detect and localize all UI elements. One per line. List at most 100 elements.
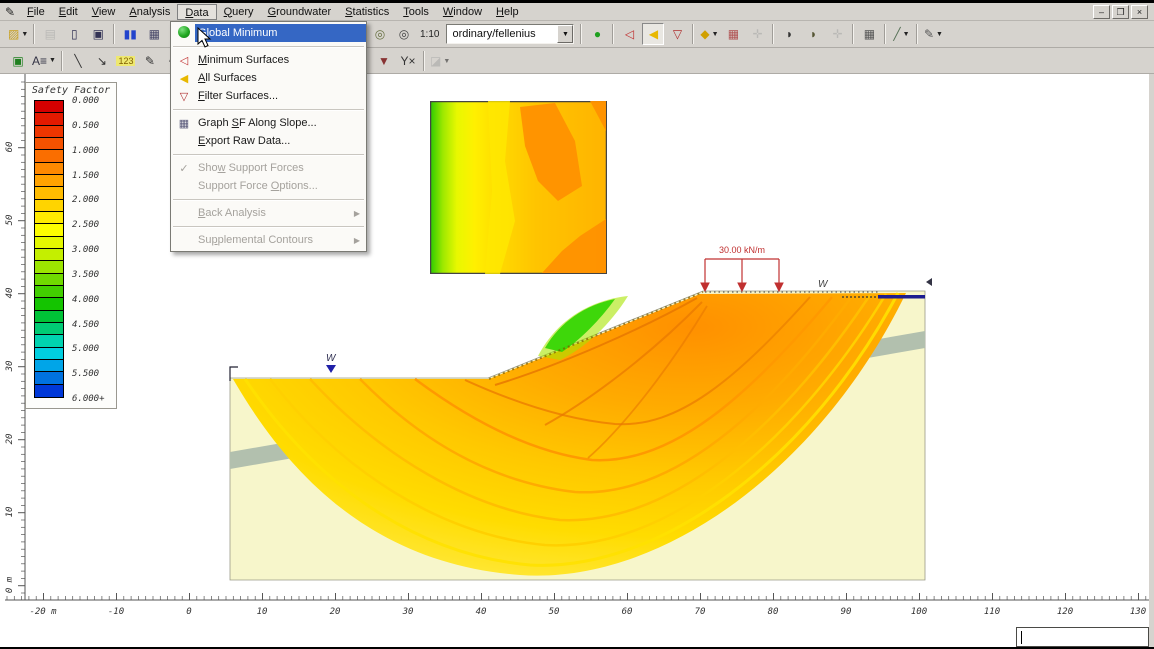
close-button[interactable]: × bbox=[1131, 5, 1148, 19]
chevron-down-icon[interactable]: ▼ bbox=[557, 25, 573, 43]
chevron-down-icon[interactable]: ▼ bbox=[21, 31, 28, 38]
line-tool-button[interactable]: ╲ bbox=[67, 50, 89, 72]
sort-button[interactable]: ▼ bbox=[373, 50, 395, 72]
menu-item-graph-sf-along-slope[interactable]: ▦Graph SF Along Slope... bbox=[171, 114, 366, 132]
minimum-surfaces-icon: ◁ bbox=[625, 27, 634, 41]
menubar: ✎ FileEditViewAnalysisDataQueryGroundwat… bbox=[0, 3, 1154, 21]
chevron-down-icon[interactable]: ▼ bbox=[712, 31, 719, 38]
water-label-left: W bbox=[326, 353, 337, 364]
menubar-item-window[interactable]: Window bbox=[436, 4, 489, 20]
minimize-button[interactable]: – bbox=[1093, 5, 1110, 19]
arrow-tool-button[interactable]: ↘ bbox=[91, 50, 113, 72]
print-preview-button[interactable]: ▯ bbox=[63, 23, 85, 45]
dimension-button[interactable]: 123 bbox=[115, 50, 137, 72]
menu-item-filter-surfaces[interactable]: ▽Filter Surfaces... bbox=[171, 87, 366, 105]
copy-button[interactable]: ▦ bbox=[143, 23, 165, 45]
axes-button[interactable]: Y× bbox=[397, 50, 419, 72]
measure-button[interactable]: ╱▼ bbox=[890, 23, 912, 45]
combo-value: ordinary/fellenius bbox=[447, 28, 557, 40]
min-surfaces-icon: ◁ bbox=[175, 54, 193, 67]
legend-color-segment bbox=[35, 323, 63, 335]
svg-text:-10: -10 bbox=[108, 607, 124, 617]
page-number-icon: ▣ bbox=[12, 54, 23, 68]
svg-text:70: 70 bbox=[695, 607, 706, 617]
legend-color-segment bbox=[35, 348, 63, 360]
menu-item-label: Filter Surfaces... bbox=[198, 90, 278, 102]
minimum-surfaces-button[interactable]: ◁ bbox=[618, 23, 640, 45]
method-combo[interactable]: ordinary/fellenius▼ bbox=[446, 24, 574, 44]
menubar-item-help[interactable]: Help bbox=[489, 4, 526, 20]
menu-item-show-support-forces: ✓Show Support Forces bbox=[171, 159, 366, 177]
svg-text:30: 30 bbox=[402, 607, 414, 617]
show-slices-button[interactable]: ◗ bbox=[778, 23, 800, 45]
menu-item-minimum-surfaces[interactable]: ◁ Minimum Surfaces bbox=[171, 51, 366, 69]
svg-text:60: 60 bbox=[5, 142, 15, 153]
filter-surfaces-icon: ▽ bbox=[673, 27, 682, 41]
zoom-out-button[interactable]: ◎ bbox=[393, 23, 415, 45]
menubar-item-edit[interactable]: Edit bbox=[52, 4, 85, 20]
menu-separator bbox=[173, 154, 364, 155]
menubar-item-data[interactable]: Data bbox=[177, 4, 216, 20]
pencil-tool-button[interactable]: ✎ bbox=[139, 50, 161, 72]
menu-item-all-surfaces[interactable]: ◀All Surfaces bbox=[171, 69, 366, 87]
right-boundary-marker bbox=[926, 278, 932, 286]
menubar-item-query[interactable]: Query bbox=[217, 4, 261, 20]
line-tool-icon: ╲ bbox=[74, 54, 81, 68]
all-surfaces-button[interactable]: ◀ bbox=[642, 23, 664, 45]
annotate-button[interactable]: ✎▼ bbox=[922, 23, 944, 45]
legend-label: 1.500 bbox=[72, 171, 99, 181]
toolbar-separator bbox=[113, 24, 115, 44]
pencil-tool-icon: ✎ bbox=[145, 54, 155, 68]
graph-query-button[interactable]: ▦ bbox=[722, 23, 744, 45]
svg-text:110: 110 bbox=[984, 607, 1000, 617]
menu-separator bbox=[173, 226, 364, 227]
top-border bbox=[0, 0, 1154, 3]
menubar-item-file[interactable]: File bbox=[20, 4, 52, 20]
menubar-item-analysis[interactable]: Analysis bbox=[122, 4, 177, 20]
graph-query-icon: ▦ bbox=[728, 27, 739, 41]
menu-item-global-minimum[interactable]: Global Minimum bbox=[195, 24, 366, 42]
global-minimum-button[interactable]: ● bbox=[586, 23, 608, 45]
water-triangle-icon bbox=[326, 365, 336, 373]
menubar-item-statistics[interactable]: Statistics bbox=[338, 4, 396, 20]
data-menu-dropdown: Global Minimum◁ Minimum Surfaces ◀All Surf… bbox=[170, 21, 367, 252]
menu-item-label: Show Support Forces bbox=[198, 162, 304, 174]
menubar-item-view[interactable]: View bbox=[85, 4, 123, 20]
restore-button[interactable]: ❐ bbox=[1112, 5, 1129, 19]
menubar-item-groundwater[interactable]: Groundwater bbox=[261, 4, 339, 20]
print-button[interactable]: ▣ bbox=[87, 23, 109, 45]
chevron-down-icon[interactable]: ▼ bbox=[443, 58, 450, 65]
zoom-in-button[interactable]: ◎ bbox=[369, 23, 391, 45]
menu-item-label: Minimum Surfaces bbox=[198, 54, 289, 66]
text-style-icon: A≡ bbox=[32, 54, 47, 68]
save-icon: ▤ bbox=[45, 27, 56, 41]
measure-icon: ╱ bbox=[893, 27, 900, 41]
sort-icon: ▼ bbox=[378, 54, 390, 68]
chevron-down-icon[interactable]: ▼ bbox=[903, 31, 910, 38]
open-button[interactable]: ▨▼ bbox=[7, 23, 29, 45]
chevron-down-icon[interactable]: ▼ bbox=[49, 57, 56, 64]
svg-text:40: 40 bbox=[476, 607, 487, 617]
coordinate-input[interactable] bbox=[1016, 627, 1149, 647]
contour-inset bbox=[430, 101, 607, 274]
legend-title: Safety Factor bbox=[26, 85, 116, 96]
filter-surfaces-button[interactable]: ▽ bbox=[666, 23, 688, 45]
menu-item-supplemental-contours: Supplemental Contours▶ bbox=[171, 231, 366, 249]
chart-columns-button[interactable]: ▮▮ bbox=[119, 23, 141, 45]
legend-color-segment bbox=[35, 274, 63, 286]
page-number-button[interactable]: ▣ bbox=[7, 50, 29, 72]
menubar-item-tools[interactable]: Tools bbox=[396, 4, 436, 20]
chevron-down-icon[interactable]: ▼ bbox=[936, 31, 943, 38]
svg-text:-20 m: -20 m bbox=[29, 607, 57, 617]
graph-sf-button[interactable]: ▦ bbox=[858, 23, 880, 45]
menu-item-export-raw-data[interactable]: Export Raw Data... bbox=[171, 132, 366, 150]
legend-label: 2.500 bbox=[72, 220, 99, 230]
water-line-right bbox=[878, 295, 925, 299]
copy-icon: ▦ bbox=[149, 27, 160, 41]
chart-columns-icon: ▮▮ bbox=[124, 27, 137, 41]
load-value-label: 30.00 kN/m bbox=[719, 245, 765, 255]
query-slice-button[interactable]: ◆▼ bbox=[698, 23, 720, 45]
legend-color-segment bbox=[35, 150, 63, 162]
text-style-button[interactable]: A≡▼ bbox=[31, 50, 57, 72]
show-columns-button[interactable]: ◗ bbox=[802, 23, 824, 45]
